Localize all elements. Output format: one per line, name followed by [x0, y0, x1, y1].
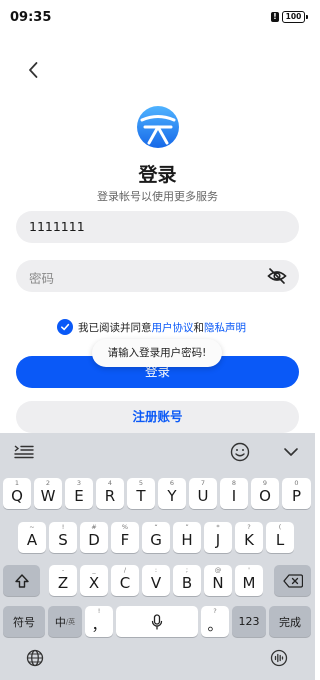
toast-message: 请输入登录用户密码!: [92, 339, 222, 367]
key-h[interactable]: ” H: [173, 522, 201, 553]
hide-password-eye-icon[interactable]: [267, 267, 287, 285]
sound-wave-symbol: [270, 649, 288, 667]
comma-key[interactable]: !，: [85, 606, 113, 637]
language-switch-key[interactable]: 中/英: [48, 606, 82, 637]
voice-wave-icon[interactable]: [270, 649, 288, 671]
backspace-key[interactable]: [274, 565, 311, 596]
page-title: 登录: [138, 164, 177, 186]
key-i[interactable]: 8I: [220, 478, 248, 509]
key-f[interactable]: % F: [111, 522, 139, 553]
key-y[interactable]: 6Y: [158, 478, 186, 509]
key-m[interactable]: ' M: [235, 565, 263, 596]
check-icon: [61, 323, 70, 331]
symbol-key[interactable]: 符号: [3, 606, 45, 637]
back-button[interactable]: [22, 58, 44, 82]
key-l[interactable]: (L: [266, 522, 294, 553]
key-j[interactable]: * J: [204, 522, 232, 553]
keyboard-menu-icon[interactable]: [14, 443, 34, 461]
key-g[interactable]: “G: [142, 522, 170, 553]
user-agreement-link[interactable]: 用户协议: [152, 320, 194, 335]
key-w[interactable]: 2W: [34, 478, 62, 509]
page-subtitle: 登录帐号以使用更多服务: [97, 190, 218, 203]
key-z[interactable]: -Z: [49, 565, 77, 596]
account-input[interactable]: 1111111: [16, 211, 299, 243]
number-key[interactable]: 123: [232, 606, 266, 637]
collapse-keyboard-icon[interactable]: [281, 443, 301, 461]
register-button[interactable]: 注册账号: [16, 401, 299, 433]
agreement-prefix: 我已阅读并同意: [78, 321, 152, 334]
emoji-icon[interactable]: [230, 442, 250, 462]
app-logo-icon: [137, 106, 179, 148]
period-key[interactable]: ?。: [201, 606, 229, 637]
list-menu-icon: [14, 445, 34, 459]
key-b[interactable]: ; B: [173, 565, 201, 596]
done-key[interactable]: 完成: [269, 606, 311, 637]
status-time: 09:35: [10, 10, 52, 25]
key-v[interactable]: :V: [142, 565, 170, 596]
keyboard-toolbar: [0, 433, 315, 471]
agreement-checkbox[interactable]: [57, 319, 73, 335]
chevron-left-icon: [29, 62, 38, 78]
key-t[interactable]: 5T: [127, 478, 155, 509]
key-q[interactable]: 1Q: [3, 478, 31, 509]
key-x[interactable]: _ X: [80, 565, 108, 596]
battery-icon: 100: [282, 11, 308, 23]
key-d[interactable]: # D: [80, 522, 108, 553]
key-p[interactable]: 0P: [282, 478, 311, 509]
agreement-conjunction: 和: [193, 321, 205, 334]
globe-symbol: [26, 649, 44, 667]
space-voice-key[interactable]: [116, 606, 198, 637]
shift-key[interactable]: [3, 565, 40, 596]
key-a[interactable]: ~ A: [18, 522, 46, 553]
shift-arrow-icon: [14, 573, 29, 588]
notification-alert-icon: !: [271, 12, 279, 22]
key-o[interactable]: 9O: [251, 478, 279, 509]
smiley-icon: [230, 442, 250, 462]
key-r[interactable]: 4R: [96, 478, 124, 509]
soft-keyboard: 1Q 2W 3E 4R 5T 6Y 7U 8I 9O 0P ~ A ! S # D %…: [0, 433, 315, 680]
status-bar: 09:35 ! 100: [0, 0, 315, 34]
key-n[interactable]: @ N: [204, 565, 232, 596]
keyboard-bottom-bar: [0, 645, 315, 680]
backspace-icon: [282, 573, 303, 588]
key-e[interactable]: 3E: [65, 478, 93, 509]
account-value: 1111111: [29, 219, 85, 234]
agreement-row: 我已阅读并同意 用户协议 和 隐私声明: [57, 318, 246, 336]
globe-icon[interactable]: [26, 649, 44, 671]
chevron-down-icon: [284, 448, 298, 456]
key-s[interactable]: ! S: [49, 522, 77, 553]
key-c[interactable]: / C: [111, 565, 139, 596]
microphone-icon: [151, 613, 163, 630]
key-k[interactable]: ? K: [235, 522, 263, 553]
password-input[interactable]: 密码: [16, 260, 299, 292]
privacy-statement-link[interactable]: 隐私声明: [204, 320, 246, 335]
password-placeholder: 密码: [29, 271, 55, 286]
key-u[interactable]: 7U: [189, 478, 217, 509]
